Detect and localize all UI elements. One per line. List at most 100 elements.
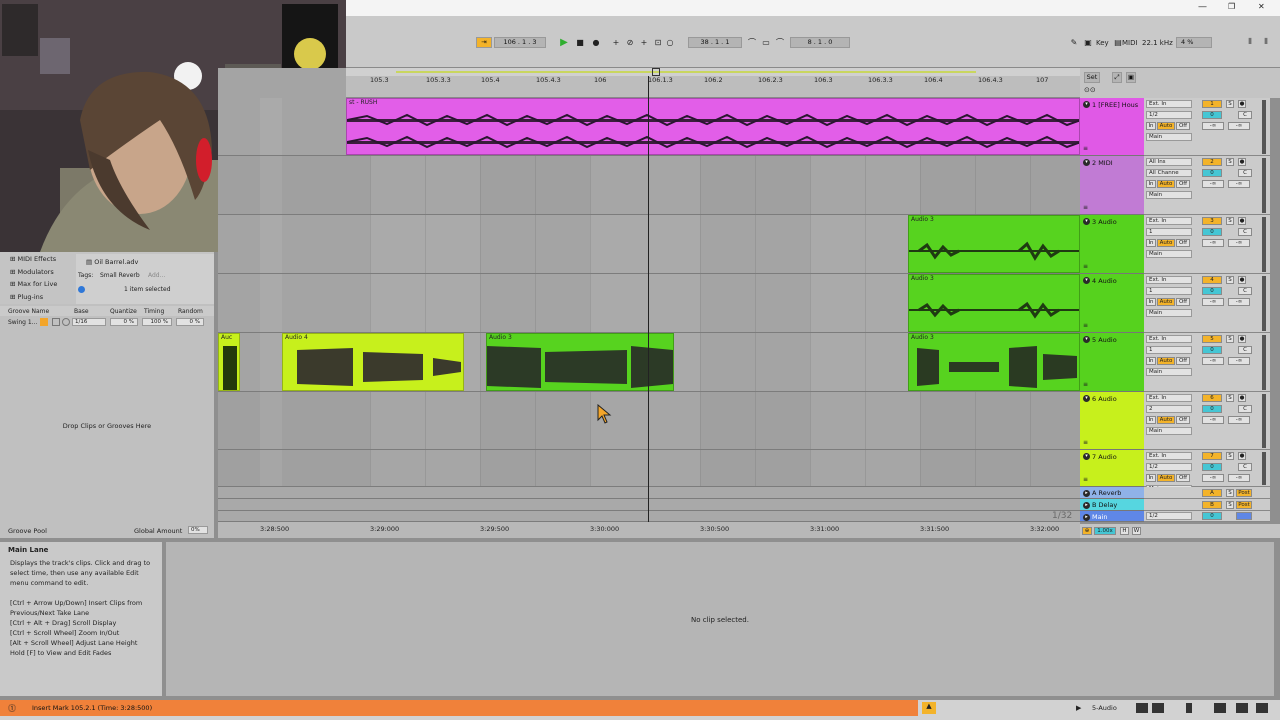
input-type-select[interactable]: Ext. In xyxy=(1146,100,1192,108)
send-b-value[interactable]: -∞ xyxy=(1228,357,1250,365)
view-icon[interactable]: ⦀ xyxy=(1244,36,1256,48)
pan-value[interactable]: C xyxy=(1238,169,1252,177)
category-midi-effects[interactable]: ⊞ MIDI Effects xyxy=(10,253,57,266)
lane-icon[interactable]: ≡ xyxy=(1083,322,1088,329)
groove-timing-value[interactable]: 100 % xyxy=(142,318,172,326)
monitor-auto-button[interactable]: Auto xyxy=(1157,298,1175,306)
zoom-value[interactable]: 1.00x xyxy=(1094,527,1116,535)
track-header-7[interactable]: ▾ 7 Audio ≡ xyxy=(1080,450,1144,487)
view-toggle-icon[interactable] xyxy=(1214,703,1226,713)
monitor-auto-button[interactable]: Auto xyxy=(1157,357,1175,365)
input-type-select[interactable]: All Ins xyxy=(1146,158,1192,166)
input-type-select[interactable]: Ext. In xyxy=(1146,276,1192,284)
input-channel-select[interactable]: 1/2 xyxy=(1146,111,1192,119)
output-select[interactable]: Main xyxy=(1146,191,1192,199)
view-toggle-icon[interactable] xyxy=(1152,703,1164,713)
midi-map-label[interactable]: MIDI xyxy=(1122,39,1138,47)
output-select[interactable]: Main xyxy=(1146,250,1192,258)
lock-icon[interactable]: ▣ xyxy=(1126,72,1136,83)
category-max-for-live[interactable]: ⊞ Max for Live xyxy=(10,278,57,291)
groove-base-select[interactable]: 1/16 xyxy=(72,318,106,326)
monitor-off-button[interactable]: Off xyxy=(1176,416,1190,424)
track-header-3[interactable]: ▾ 3 Audio ≡ xyxy=(1080,215,1144,274)
input-channel-select[interactable]: 1 xyxy=(1146,346,1192,354)
song-position[interactable]: 106 . 1 . 3 xyxy=(494,37,546,48)
punch-icon[interactable]: ⌒ xyxy=(774,36,786,48)
output-select[interactable]: Main xyxy=(1146,309,1192,317)
solo-button[interactable]: S xyxy=(1226,158,1234,166)
send-b-value[interactable]: -∞ xyxy=(1228,416,1250,424)
view-icon-2[interactable]: ⦀ xyxy=(1260,36,1272,48)
stop-icon[interactable]: ■ xyxy=(574,36,586,48)
follow-button[interactable]: ⇥ xyxy=(476,37,492,48)
return-header-a[interactable]: ▸ A Reverb xyxy=(1080,487,1144,499)
send-a-value[interactable]: -∞ xyxy=(1202,122,1224,130)
send-a-value[interactable]: -∞ xyxy=(1202,298,1224,306)
clip-audio-small[interactable]: Auc xyxy=(218,333,240,391)
view-toggle-icon[interactable] xyxy=(1236,703,1248,713)
fold-icon[interactable]: ▸ xyxy=(1083,514,1090,521)
pan-value[interactable]: C xyxy=(1238,405,1252,413)
track-header-2[interactable]: ▾ 2 MIDI ≡ xyxy=(1080,156,1144,215)
input-channel-select[interactable]: 1 xyxy=(1146,228,1192,236)
clip-audio-3[interactable]: Audio 3 xyxy=(908,333,1080,391)
monitor-auto-button[interactable]: Auto xyxy=(1157,416,1175,424)
tag-small-reverb[interactable]: Small Reverb xyxy=(100,272,140,279)
alert-icon[interactable]: ▲ xyxy=(922,702,936,714)
monitor-auto-button[interactable]: Auto xyxy=(1157,474,1175,482)
monitor-off-button[interactable]: Off xyxy=(1176,298,1190,306)
send-b-value[interactable]: -∞ xyxy=(1228,298,1250,306)
track-activator[interactable]: 6 xyxy=(1202,394,1222,402)
main-output-select[interactable]: 1/2 xyxy=(1146,512,1192,520)
category-plug-ins[interactable]: ⊞ Plug-ins xyxy=(10,291,57,304)
session-record-icon[interactable]: ⊡ xyxy=(652,36,664,48)
lane-icon[interactable]: ≡ xyxy=(1083,263,1088,270)
play-track-icon[interactable]: ▶ xyxy=(1076,704,1081,712)
volume-value[interactable]: 0 xyxy=(1202,111,1222,119)
fold-icon[interactable]: ▾ xyxy=(1083,453,1090,460)
pan-value[interactable]: C xyxy=(1238,228,1252,236)
monitor-off-button[interactable]: Off xyxy=(1176,180,1190,188)
send-a-value[interactable]: -∞ xyxy=(1202,357,1224,365)
volume-value[interactable]: 0 xyxy=(1202,463,1222,471)
clip-rush[interactable]: st - RUSH xyxy=(346,98,1080,155)
fold-icon[interactable]: ▾ xyxy=(1083,277,1090,284)
track-lane-5[interactable]: Auc Audio 4 Audio 3 Audio 3 xyxy=(218,333,1080,392)
input-type-select[interactable]: Ext. In xyxy=(1146,452,1192,460)
input-channel-select[interactable]: 2 xyxy=(1146,405,1192,413)
loop-start[interactable]: 38 . 1 . 1 xyxy=(688,37,742,48)
loop-length[interactable]: 8 . 1 . 0 xyxy=(790,37,850,48)
input-type-select[interactable]: Ext. In xyxy=(1146,394,1192,402)
send-a-value[interactable]: -∞ xyxy=(1202,474,1224,482)
track-activator[interactable]: 3 xyxy=(1202,217,1222,225)
minimize-button[interactable]: — xyxy=(1198,2,1207,12)
pan-value[interactable]: C xyxy=(1238,346,1252,354)
fold-icon[interactable]: ▾ xyxy=(1083,101,1090,108)
output-select[interactable]: Main xyxy=(1146,427,1192,435)
return-letter[interactable]: A xyxy=(1202,489,1222,497)
draw-mode-icon[interactable]: ⌒ xyxy=(746,36,758,48)
main-volume[interactable]: 0 xyxy=(1202,512,1222,520)
fold-icon[interactable]: ▸ xyxy=(1083,502,1090,509)
send-a-value[interactable]: -∞ xyxy=(1202,239,1224,247)
arm-button[interactable]: ● xyxy=(1238,452,1246,460)
solo-button[interactable]: S xyxy=(1226,452,1234,460)
capture-icon[interactable]: + xyxy=(638,36,650,48)
height-button[interactable]: H xyxy=(1120,527,1129,535)
track-activator[interactable]: 5 xyxy=(1202,335,1222,343)
send-a-value[interactable]: -∞ xyxy=(1202,416,1224,424)
monitor-off-button[interactable]: Off xyxy=(1176,474,1190,482)
lane-icon[interactable]: ≡ xyxy=(1083,145,1088,152)
main-header[interactable]: ▸ Main xyxy=(1080,511,1144,522)
browser-file-item[interactable]: ▤ Oil Barrel.adv xyxy=(86,258,138,266)
fold-icon[interactable]: ▾ xyxy=(1083,336,1090,343)
clip-audio-3[interactable]: Audio 3 xyxy=(908,215,1080,273)
play-icon[interactable]: ▶ xyxy=(558,36,570,48)
lane-icon[interactable]: ≡ xyxy=(1083,476,1088,483)
monitor-off-button[interactable]: Off xyxy=(1176,357,1190,365)
groove-play-icon[interactable] xyxy=(62,318,70,326)
track-header-1[interactable]: ▾ 1 [FREE] Hous ≡ xyxy=(1080,98,1144,156)
add-tag-button[interactable]: Add... xyxy=(148,272,165,279)
monitor-in-button[interactable]: In xyxy=(1146,122,1156,130)
input-channel-select[interactable]: 1/2 xyxy=(1146,463,1192,471)
